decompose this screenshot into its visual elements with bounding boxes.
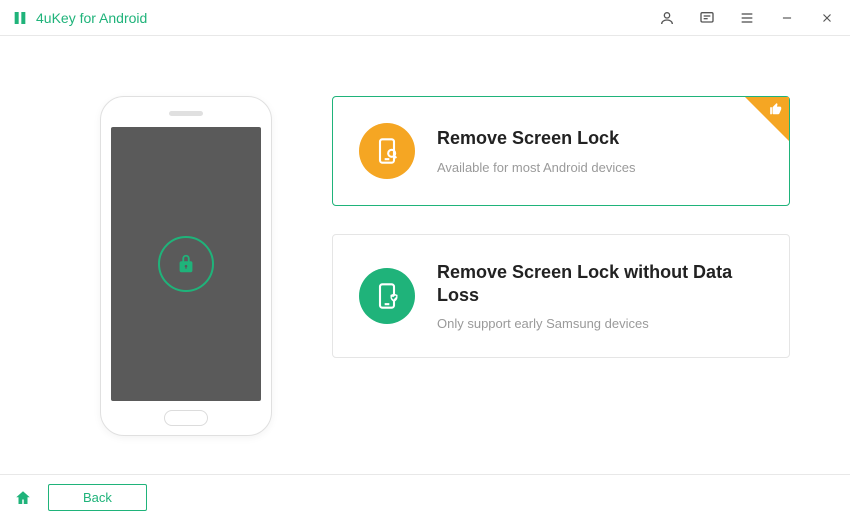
phone-unlock-icon	[359, 123, 415, 179]
app-logo-icon	[12, 10, 28, 26]
lock-icon	[158, 236, 214, 292]
option-remove-screen-lock-no-data-loss[interactable]: Remove Screen Lock without Data Loss Onl…	[332, 234, 790, 358]
option-title: Remove Screen Lock	[437, 127, 635, 150]
phone-screen	[111, 127, 261, 401]
option-remove-screen-lock[interactable]: Remove Screen Lock Available for most An…	[332, 96, 790, 206]
titlebar: 4uKey for Android	[0, 0, 850, 36]
option-body: Remove Screen Lock Available for most An…	[437, 127, 635, 175]
minimize-button[interactable]	[774, 5, 800, 31]
app-logo: 4uKey for Android	[12, 10, 147, 26]
phone-shield-icon	[359, 268, 415, 324]
option-subtitle: Only support early Samsung devices	[437, 316, 761, 331]
options-panel: Remove Screen Lock Available for most An…	[332, 96, 790, 436]
option-title: Remove Screen Lock without Data Loss	[437, 261, 761, 306]
back-button[interactable]: Back	[48, 484, 147, 511]
home-button[interactable]	[14, 489, 32, 507]
feedback-icon[interactable]	[694, 5, 720, 31]
option-body: Remove Screen Lock without Data Loss Onl…	[437, 261, 761, 331]
footer: Back	[0, 474, 850, 520]
menu-icon[interactable]	[734, 5, 760, 31]
close-button[interactable]	[814, 5, 840, 31]
phone-speaker	[169, 111, 203, 116]
titlebar-controls	[654, 5, 840, 31]
account-icon[interactable]	[654, 5, 680, 31]
phone-home-button	[164, 410, 208, 426]
app-title: 4uKey for Android	[36, 10, 147, 26]
main-content: Remove Screen Lock Available for most An…	[0, 36, 850, 436]
thumbs-up-icon	[769, 102, 783, 119]
phone-illustration	[100, 96, 272, 436]
option-subtitle: Available for most Android devices	[437, 160, 635, 175]
